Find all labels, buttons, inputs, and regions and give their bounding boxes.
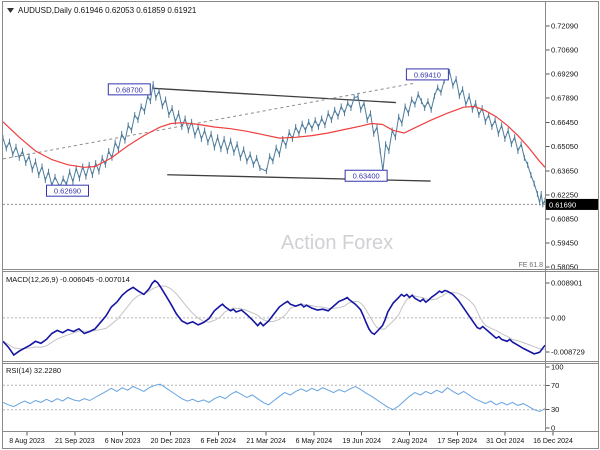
y-tick-label: 0.62250 — [551, 190, 578, 199]
chart-canvas: Action Forex 0.72090 0.70690 0.69290 0.6789… — [2, 1, 599, 449]
macd-indicator-label: MACD(12,26,9) -0.006045 -0.007014 — [6, 275, 130, 284]
trendline-resistance-descending[interactable] — [153, 87, 396, 104]
x-tick-label: 6 Nov 2023 — [105, 438, 141, 445]
x-tick-label: 21 Sep 2023 — [55, 438, 95, 445]
window-chrome — [2, 1, 599, 449]
price-annotation-label: 0.68700 — [116, 85, 143, 94]
y-tick-label: 0.69290 — [551, 69, 578, 78]
y-tick-label: 30 — [551, 405, 559, 414]
price-annotation[interactable]: 0.62690 — [45, 184, 89, 197]
price-annotation-label: 0.63400 — [353, 172, 380, 181]
y-tick-label: 0.60850 — [551, 214, 578, 223]
x-tick-label: 21 Mar 2024 — [246, 438, 285, 445]
price-annotation[interactable]: 0.69410 — [405, 68, 449, 81]
y-tick-label: 0.008901 — [551, 279, 582, 288]
y-tick-label: 0.72090 — [551, 21, 578, 30]
y-tick-label: 0.67890 — [551, 93, 578, 102]
y-tick-label: 0.00 — [551, 313, 566, 322]
macd-panel: 0.008901 0.00 -0.008729 — [2, 279, 585, 357]
watermark: Action Forex — [281, 232, 393, 254]
symbol-dropdown-icon[interactable] — [7, 8, 14, 13]
trendline-support-line[interactable] — [167, 174, 431, 182]
x-tick-label: 6 May 2024 — [296, 438, 333, 445]
price-annotation[interactable]: 0.63400 — [344, 169, 388, 182]
y-tick-label: -0.008729 — [551, 348, 585, 357]
fe-level-label: FE 61.8 — [518, 262, 543, 269]
rsi-indicator-label: RSI(14) 32.2280 — [6, 366, 61, 375]
current-price-badge-label: 0.61690 — [549, 200, 576, 209]
price-annotation[interactable]: 0.68700 — [107, 83, 151, 96]
y-tick-label: 0.63650 — [551, 166, 578, 175]
price-annotation-label: 0.62690 — [54, 187, 81, 196]
y-tick-label: 0.66450 — [551, 118, 578, 127]
x-tick-label: 6 Feb 2024 — [201, 438, 237, 445]
x-tick-label: 20 Dec 2023 — [151, 438, 191, 445]
y-tick-label: 0.65050 — [551, 142, 578, 151]
y-tick-label: 0.58050 — [551, 262, 578, 271]
y-tick-label: 70 — [551, 381, 559, 390]
y-tick-label: 0.70690 — [551, 45, 578, 54]
date-axis: 8 Aug 2023 21 Sep 2023 6 Nov 2023 20 Dec 20… — [9, 432, 573, 445]
price-line — [2, 70, 546, 206]
y-tick-label: 0.59450 — [551, 238, 578, 247]
price-annotation-label: 0.69410 — [414, 70, 441, 79]
x-tick-label: 2 Aug 2024 — [392, 438, 428, 445]
trendline-channel-rising[interactable] — [2, 82, 414, 160]
rsi-line — [2, 383, 546, 413]
rsi-panel: 10070300 — [2, 362, 564, 432]
chart-window: Action Forex 0.72090 0.70690 0.69290 0.6789… — [0, 0, 600, 450]
x-tick-label: 31 Oct 2024 — [486, 438, 524, 445]
x-tick-label: 19 Jun 2024 — [342, 438, 381, 445]
chart-title: AUDUSD,Daily 0.61946 0.62053 0.61859 0.6… — [18, 6, 197, 15]
x-tick-label: 8 Aug 2023 — [9, 438, 45, 445]
x-tick-label: 17 Sep 2024 — [438, 438, 478, 445]
x-tick-label: 16 Dec 2024 — [533, 438, 573, 445]
